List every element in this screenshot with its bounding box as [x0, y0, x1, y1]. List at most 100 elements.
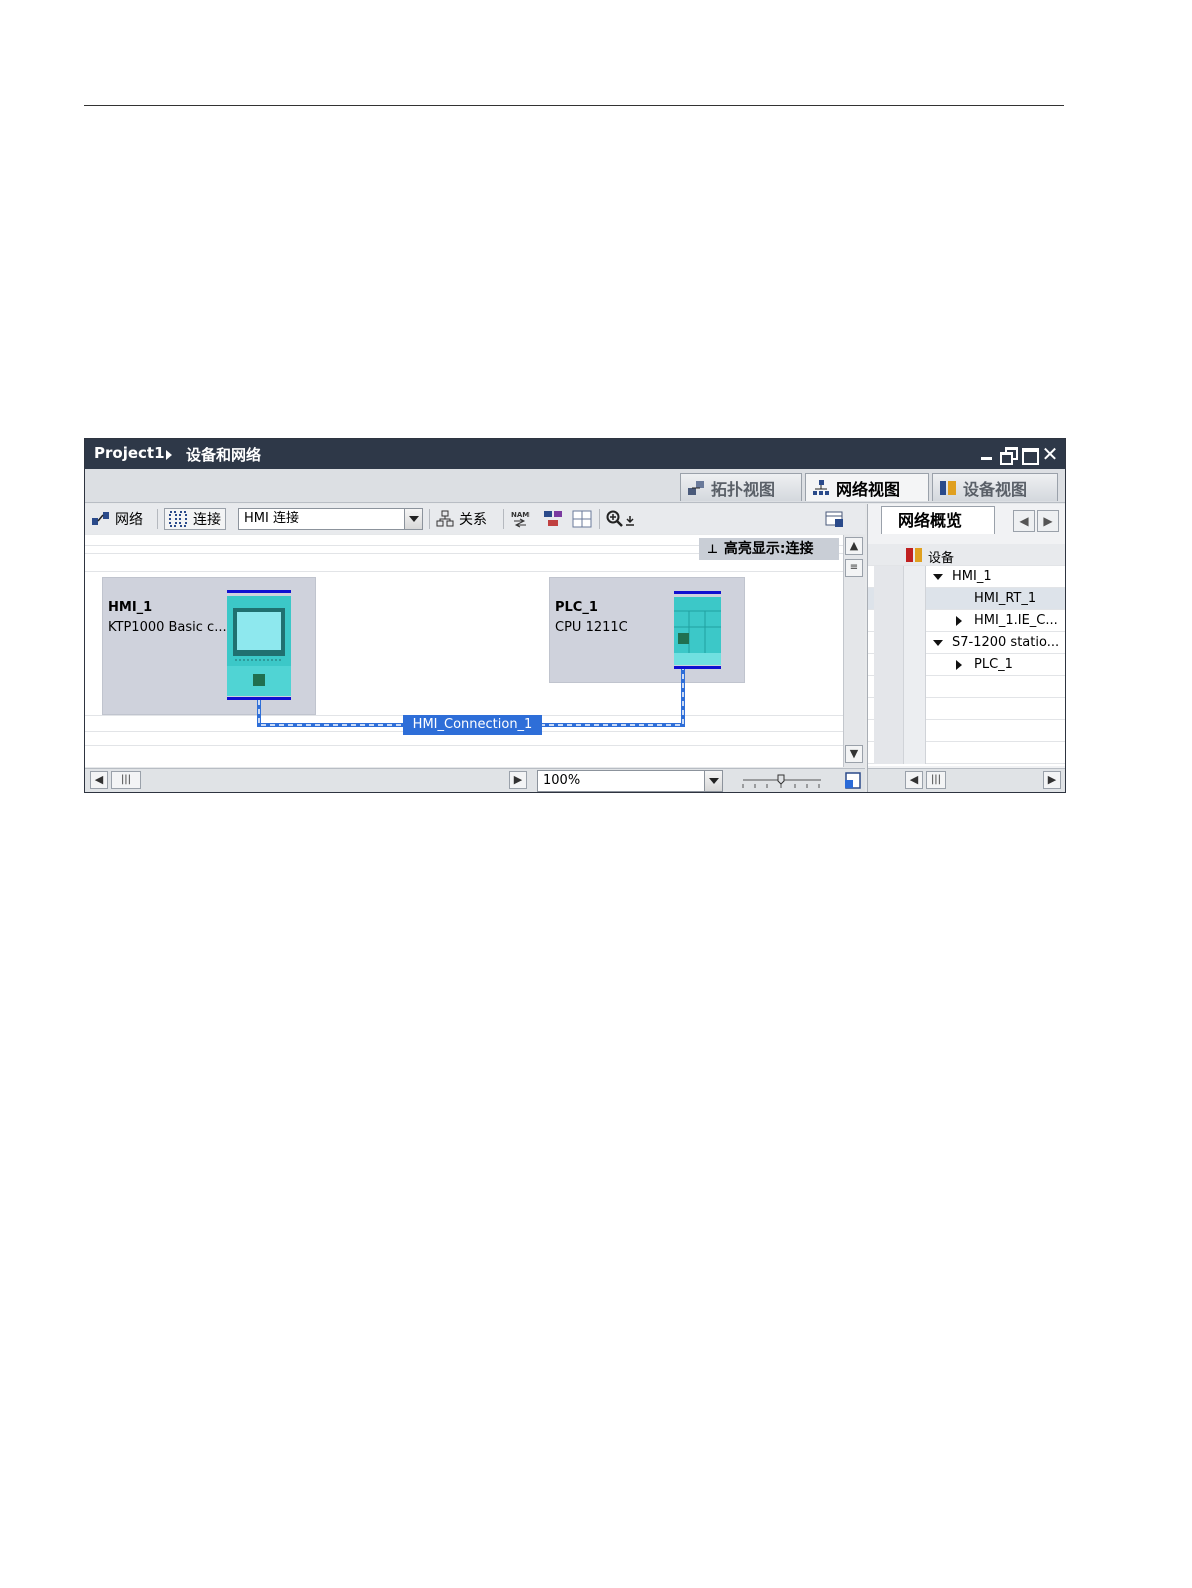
tree-item-label: HMI_RT_1 — [974, 591, 1037, 606]
scroll-right-icon[interactable]: ▶ — [509, 771, 527, 789]
breadcrumb-project[interactable]: Project1 — [94, 444, 165, 462]
page-header-rule — [84, 105, 1064, 106]
maximize-button[interactable] — [1020, 445, 1039, 465]
network-canvas[interactable]: ⊥ 高亮显示:连接 HMI_1 KTP1000 Basic c... PLC_1… — [85, 535, 843, 767]
tree-row-selected[interactable]: HMI_RT_1 — [868, 588, 1065, 610]
network-button-label: 网络 — [115, 512, 143, 528]
zoom-value: 100% — [543, 773, 581, 788]
tab-network-view[interactable]: 网络视图 — [805, 473, 929, 501]
canvas-status-bar: ◀ ||| ▶ 100% — [85, 768, 865, 792]
tab-network-overview[interactable]: 网络概览 — [881, 506, 995, 534]
network-data-button[interactable] — [543, 508, 563, 530]
tree-row-empty — [868, 742, 1065, 764]
breadcrumb-section[interactable]: 设备和网络 — [186, 444, 261, 465]
tree-row[interactable]: S7-1200 statio... — [868, 632, 1065, 654]
tree-row-empty — [868, 720, 1065, 742]
toolbar-separator — [503, 509, 504, 529]
topology-view-icon — [687, 479, 705, 497]
zoom-button[interactable] — [606, 508, 636, 530]
network-view-icon — [812, 479, 830, 497]
zoom-in-icon — [606, 510, 623, 527]
tree-gutter — [874, 742, 904, 764]
tree-gutter — [874, 676, 904, 698]
tree-row-empty — [868, 676, 1065, 698]
chevron-down-icon[interactable] — [704, 771, 722, 791]
zoom-select[interactable]: 100% — [537, 770, 723, 792]
hscroll-thumb[interactable]: ||| — [111, 771, 141, 789]
expand-right-icon[interactable] — [956, 660, 962, 670]
close-button[interactable]: ✕ — [1041, 444, 1059, 464]
scroll-thumb-grip-icon[interactable]: ≡ — [845, 559, 863, 577]
name-tool-button[interactable]: NAME — [510, 508, 530, 530]
toolbar-separator — [429, 509, 430, 529]
chevron-left-icon[interactable]: ◀ — [1013, 510, 1035, 532]
tree-gutter — [904, 632, 926, 654]
breadcrumb-arrow-icon — [166, 450, 172, 460]
tree-item-label: HMI_1 — [952, 569, 992, 584]
overview-navigation-icon[interactable] — [843, 771, 863, 791]
tree-gutter — [904, 610, 926, 632]
tab-device-view[interactable]: 设备视图 — [932, 473, 1058, 501]
tree-gutter — [904, 698, 926, 720]
svg-text:NAME: NAME — [511, 511, 530, 519]
tree-gutter — [874, 698, 904, 720]
chevron-down-icon[interactable] — [404, 509, 422, 529]
network-icon — [92, 512, 109, 525]
grid-icon — [572, 510, 592, 528]
expand-down-icon[interactable] — [933, 640, 943, 646]
panel-options-icon — [825, 511, 843, 527]
scroll-down-icon[interactable]: ▼ — [845, 745, 863, 763]
connect-button[interactable]: 连接 — [164, 508, 226, 530]
connection-type-select[interactable]: HMI 连接 — [238, 508, 423, 530]
relations-button[interactable]: 关系 — [436, 508, 487, 530]
table-view-button[interactable] — [572, 508, 592, 530]
tree-gutter — [874, 654, 904, 676]
tree-item-label: S7-1200 statio... — [952, 635, 1060, 650]
relations-button-label: 关系 — [459, 512, 487, 528]
tree-gutter — [904, 654, 926, 676]
hscroll-thumb[interactable]: ||| — [926, 771, 946, 789]
tree-gutter — [904, 566, 926, 588]
tree-row-empty — [868, 698, 1065, 720]
scroll-up-icon[interactable]: ▲ — [845, 537, 863, 555]
tree-row[interactable]: HMI_1.IE_C... — [868, 610, 1065, 632]
network-toolbar: 网络 连接 HMI 连接 关系 NAME — [85, 504, 865, 534]
tree-header-label: 设备 — [928, 551, 955, 566]
tree-row[interactable]: PLC_1 — [868, 654, 1065, 676]
tree-gutter — [874, 632, 904, 654]
connection-type-value: HMI 连接 — [244, 511, 299, 526]
network-button[interactable]: 网络 — [91, 508, 143, 530]
expand-down-icon[interactable] — [933, 574, 943, 580]
panel-options-button[interactable] — [825, 508, 845, 530]
tab-topology-view[interactable]: 拓扑视图 — [680, 473, 802, 501]
expand-right-icon[interactable] — [956, 616, 962, 626]
connect-button-label: 连接 — [193, 512, 221, 528]
tree-gutter — [904, 588, 926, 610]
connection-label[interactable]: HMI_Connection_1 — [403, 715, 542, 735]
canvas-vertical-scrollbar[interactable]: ▲ ≡ ▼ — [843, 535, 865, 767]
download-arrow-icon — [626, 516, 634, 526]
minimize-button[interactable] — [978, 445, 996, 463]
name-tag-icon: NAME — [511, 511, 530, 528]
tab-network-label: 网络视图 — [836, 479, 901, 499]
scroll-right-icon[interactable]: ▶ — [1043, 771, 1061, 789]
tree-item-label: PLC_1 — [974, 657, 1013, 672]
tree-gutter — [874, 610, 904, 632]
device-view-icon — [939, 479, 957, 497]
chevron-right-icon[interactable]: ▶ — [1037, 510, 1059, 532]
tree-header-row: 设备 — [868, 544, 1065, 566]
tree-row[interactable]: HMI_1 — [868, 566, 1065, 588]
zoom-slider[interactable] — [741, 772, 823, 790]
scroll-left-icon[interactable]: ◀ — [905, 771, 923, 789]
restore-button[interactable] — [998, 445, 1018, 465]
scroll-left-icon[interactable]: ◀ — [90, 771, 108, 789]
tree-gutter — [874, 566, 904, 588]
overview-hscrollbar[interactable]: ◀ ||| ▶ — [868, 768, 1065, 792]
toolbar-separator — [157, 509, 158, 529]
tab-topology-label: 拓扑视图 — [711, 479, 776, 499]
toolbar-separator — [599, 509, 600, 529]
tree-gutter — [874, 588, 904, 610]
device-header-icon — [906, 548, 922, 562]
tree-gutter — [874, 720, 904, 742]
tree-gutter — [904, 742, 926, 764]
